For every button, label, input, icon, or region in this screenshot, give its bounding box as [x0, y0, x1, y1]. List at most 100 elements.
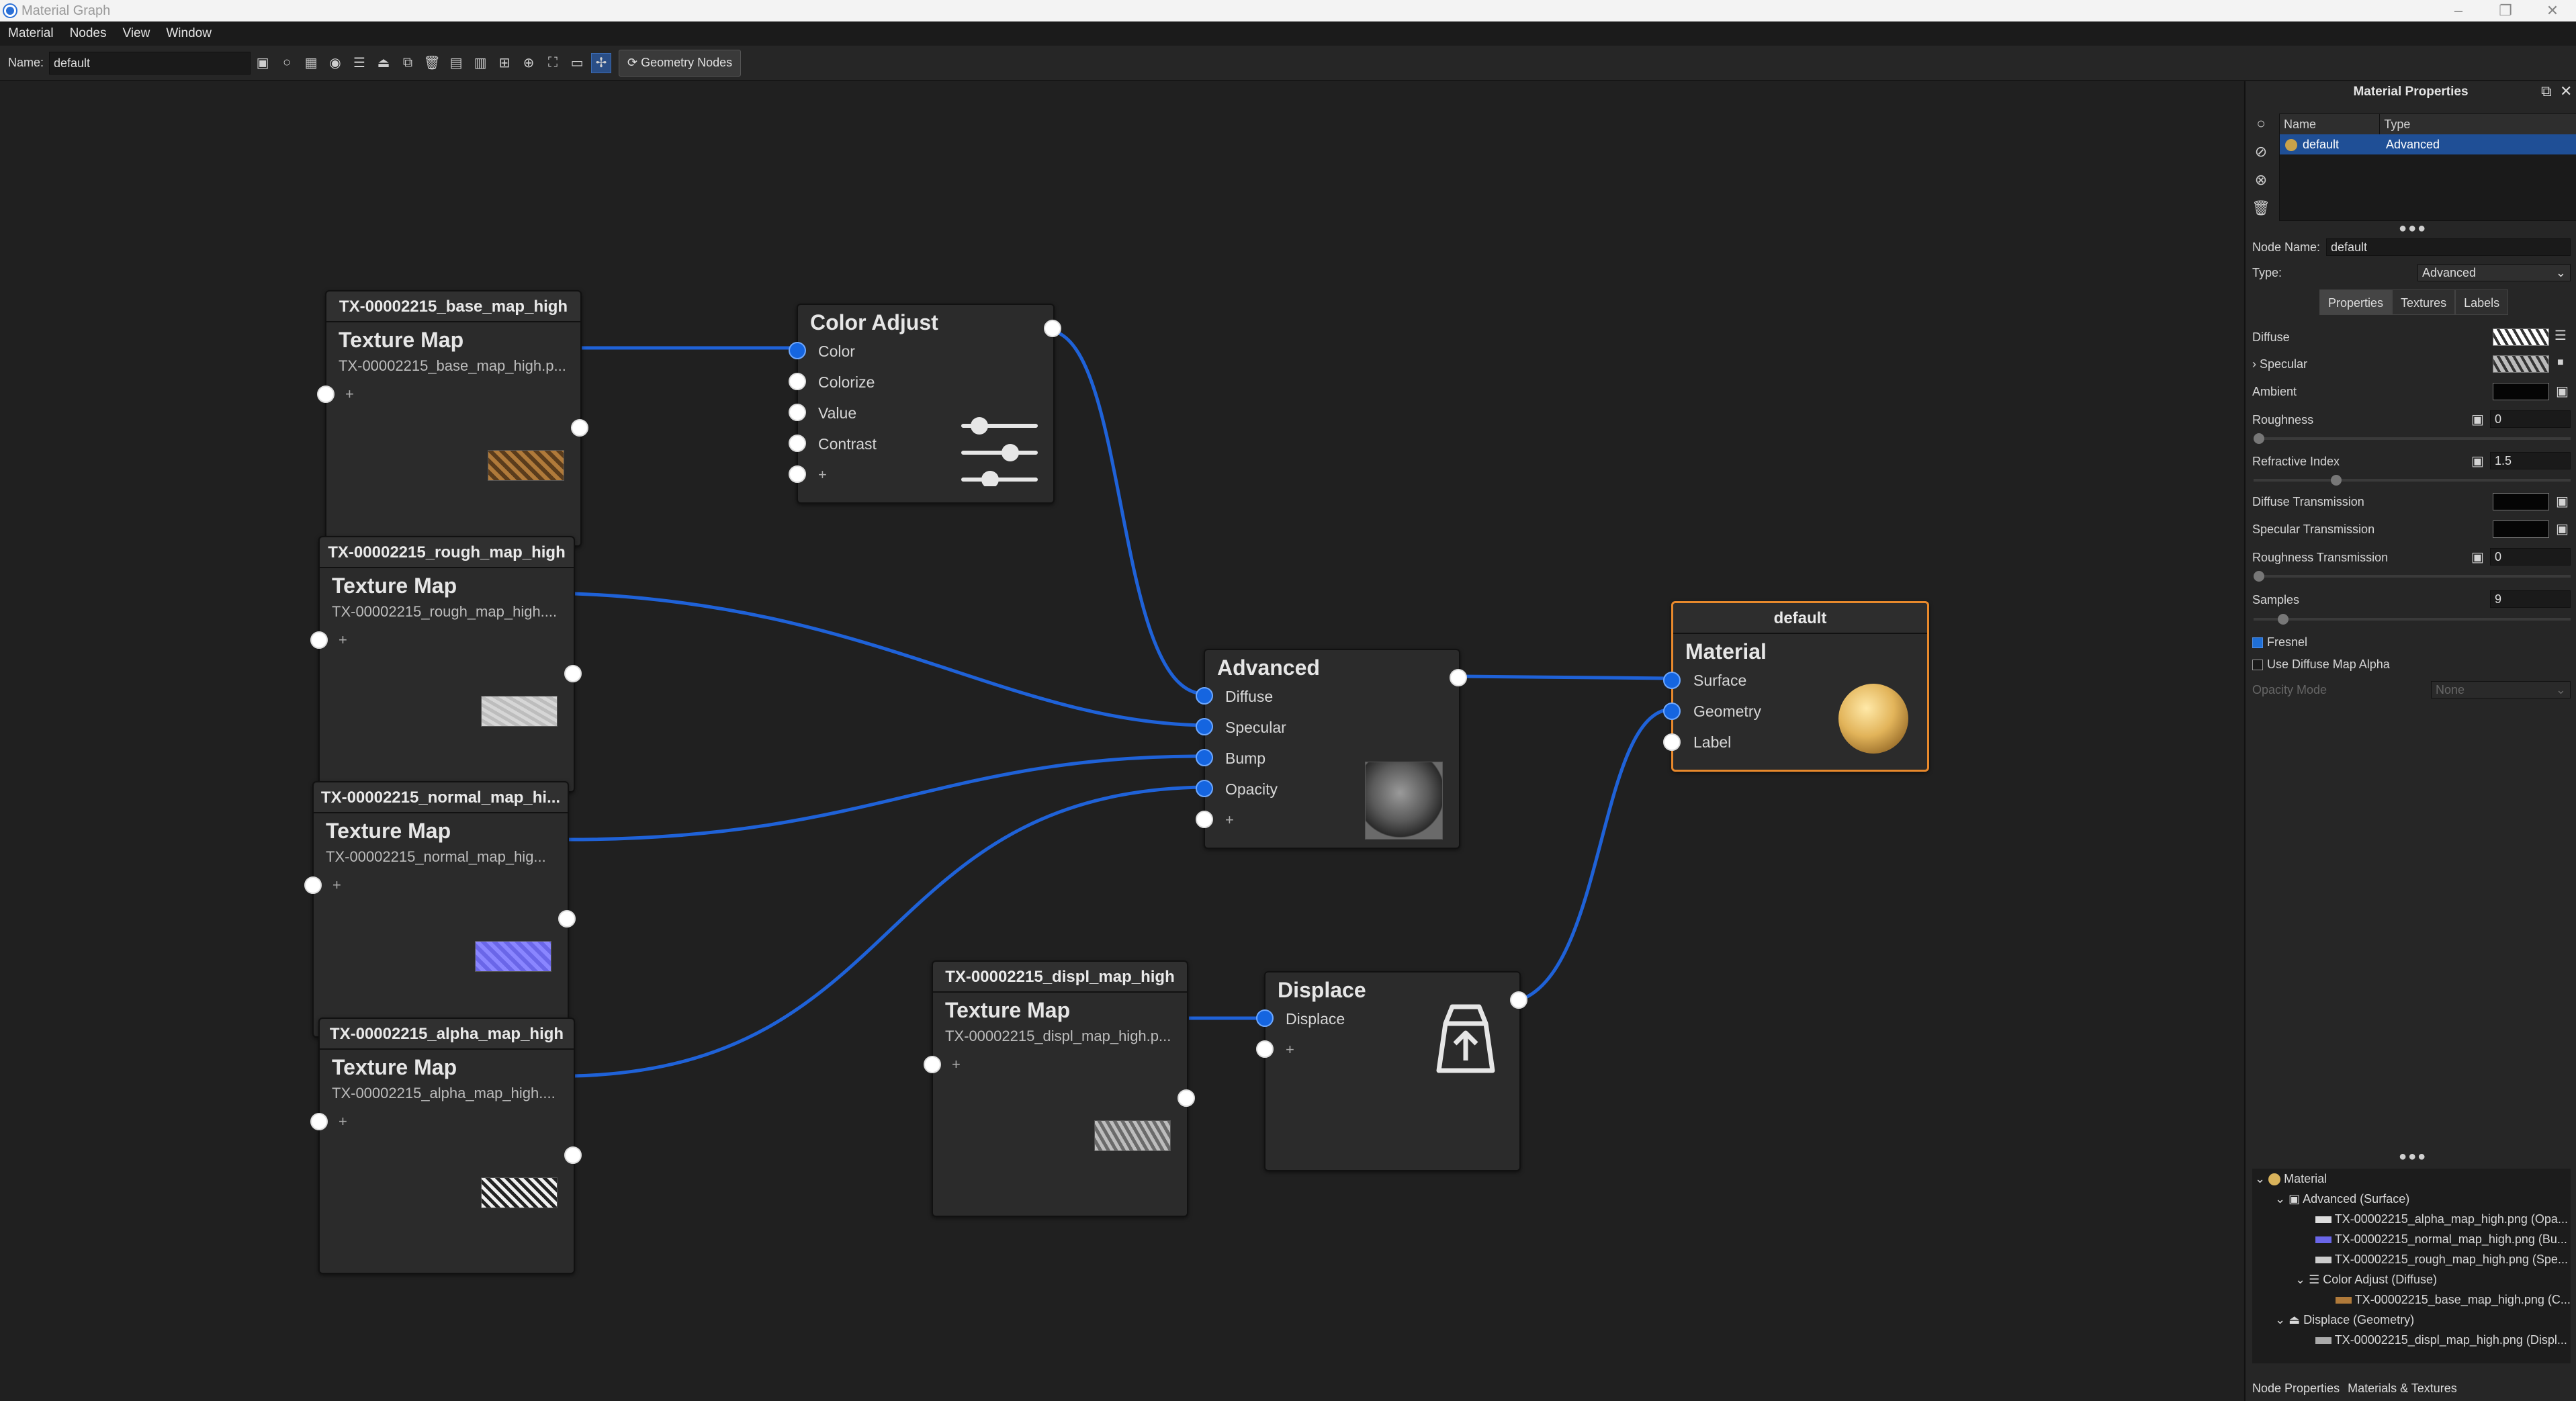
refractive-index-slider[interactable] — [2254, 475, 2571, 486]
output-port[interactable] — [564, 1146, 582, 1164]
diffuse-adjust-icon[interactable]: ☰ — [2555, 327, 2567, 344]
splitter-handle-bottom[interactable]: ●●● — [2399, 1149, 2427, 1165]
roughness-texture-icon[interactable]: ▣ — [2471, 411, 2484, 428]
link-material-icon[interactable]: ⊗ — [2251, 171, 2271, 199]
advanced-node-icon[interactable]: ◉ — [325, 53, 345, 73]
close-icon[interactable]: ✕ — [2529, 0, 2576, 21]
add-port-plus[interactable]: + — [345, 386, 354, 403]
duplicate-material-icon[interactable]: ⊘ — [2251, 143, 2271, 171]
output-port[interactable] — [1510, 991, 1527, 1009]
add-input-port[interactable] — [1196, 811, 1213, 828]
add-input-port[interactable] — [789, 465, 806, 483]
input-port-surface[interactable] — [1663, 672, 1681, 689]
type-select[interactable]: Advanced ⌄ — [2417, 264, 2571, 281]
slider-knob[interactable] — [2331, 475, 2342, 486]
tab-materials-textures[interactable]: Materials & Textures — [2348, 1375, 2465, 1401]
tree-item[interactable]: ⌄ ☰ Color Adjust (Diffuse) — [2252, 1269, 2571, 1290]
use-diffuse-alpha-option[interactable]: Use Diffuse Map Alpha — [2252, 658, 2390, 672]
input-port[interactable] — [317, 386, 335, 403]
input-port-contrast[interactable] — [789, 435, 806, 452]
add-port-plus[interactable]: + — [339, 1113, 347, 1130]
add-port-plus[interactable]: + — [952, 1056, 961, 1073]
fresnel-option[interactable]: Fresnel — [2252, 635, 2307, 649]
splitter-handle[interactable]: ●●● — [2399, 221, 2427, 236]
opacity-mode-select[interactable]: None ⌄ — [2431, 681, 2571, 698]
input-port[interactable] — [304, 876, 322, 894]
input-port[interactable] — [310, 1113, 328, 1130]
add-port-plus[interactable]: + — [332, 876, 341, 894]
add-port-plus[interactable]: + — [1225, 811, 1234, 829]
frame-icon[interactable]: ⛶ — [543, 53, 563, 73]
tab-textures[interactable]: Textures — [2392, 289, 2456, 315]
close-panel-icon[interactable]: ✕ — [2560, 83, 2572, 100]
material-output-node[interactable]: default Material Surface Geometry Label — [1663, 601, 1929, 772]
tree-item[interactable]: ⌄ ▣ Advanced (Surface) — [2252, 1189, 2571, 1209]
input-port-bump[interactable] — [1196, 749, 1213, 766]
input-port-geometry[interactable] — [1663, 703, 1681, 720]
texture-map-node-alpha[interactable]: TX-00002215_alpha_map_high Texture Map T… — [310, 1018, 582, 1274]
input-port-label[interactable] — [1663, 733, 1681, 751]
geometry-nodes-button[interactable]: ⟳ Geometry Nodes — [619, 49, 742, 77]
displace-node[interactable]: Displace Displace + — [1256, 971, 1527, 1171]
texture-map-node-rough[interactable]: TX-00002215_rough_map_high Texture Map T… — [310, 536, 582, 793]
output-port[interactable] — [564, 665, 582, 682]
ungroup-icon[interactable]: ▥ — [470, 53, 490, 73]
tab-properties[interactable]: Properties — [2319, 289, 2393, 315]
delete-material-icon[interactable]: 🗑 — [2251, 199, 2271, 228]
tab-node-properties[interactable]: Node Properties — [2252, 1375, 2348, 1401]
texture-map-node-displ[interactable]: TX-00002215_displ_map_high Texture Map T… — [924, 960, 1195, 1217]
texture-node-icon[interactable]: ▦ — [301, 53, 321, 73]
roughness-input[interactable]: 0 — [2490, 410, 2571, 428]
texture-map-node-base[interactable]: TX-00002215_base_map_high Texture Map TX… — [317, 290, 588, 547]
roughness-transmission-texture-icon[interactable]: ▣ — [2471, 549, 2484, 566]
samples-slider[interactable] — [2254, 614, 2571, 625]
tree-item[interactable]: TX-00002215_rough_map_high.png (Spe... — [2252, 1249, 2571, 1269]
output-port[interactable] — [571, 419, 588, 437]
menu-view[interactable]: View — [115, 26, 159, 41]
input-port-specular[interactable] — [1196, 718, 1213, 735]
specular-transmission-swatch[interactable] — [2493, 521, 2549, 538]
slider-knob[interactable] — [2254, 571, 2264, 582]
fresnel-checkbox[interactable] — [2252, 637, 2263, 649]
tree-item[interactable]: ⌄ Material — [2252, 1169, 2571, 1189]
material-tree[interactable]: ⌄ Material ⌄ ▣ Advanced (Surface) TX-000… — [2252, 1169, 2571, 1363]
input-port-value[interactable] — [789, 404, 806, 421]
menu-nodes[interactable]: Nodes — [62, 26, 115, 41]
new-material-icon[interactable]: ○ — [277, 53, 297, 73]
input-port-displace[interactable] — [1256, 1009, 1274, 1027]
roughness-transmission-input[interactable]: 0 — [2490, 548, 2571, 566]
material-list-row[interactable]: default Advanced — [2280, 134, 2576, 154]
menu-window[interactable]: Window — [158, 26, 220, 41]
samples-input[interactable]: 9 — [2490, 590, 2571, 608]
tree-item[interactable]: TX-00002215_alpha_map_high.png (Opa... — [2252, 1209, 2571, 1229]
input-port[interactable] — [310, 631, 328, 649]
output-port[interactable] — [1178, 1089, 1195, 1107]
diffuse-transmission-swatch[interactable] — [2493, 493, 2549, 510]
float-panel-icon[interactable]: ⧉ — [2541, 83, 2552, 100]
diffuse-swatch[interactable] — [2493, 328, 2549, 346]
restore-icon[interactable]: ❐ — [2482, 0, 2529, 21]
specular-texture-icon[interactable]: ■ — [2557, 357, 2564, 369]
grid-icon[interactable]: ▭ — [567, 53, 587, 73]
save-icon[interactable]: ▣ — [253, 53, 273, 73]
slider-knob[interactable] — [2278, 614, 2289, 625]
layout-icon[interactable]: ⊞ — [494, 53, 515, 73]
slider-knob[interactable] — [2254, 433, 2264, 444]
output-port[interactable] — [558, 910, 576, 928]
center-icon[interactable]: ⊕ — [519, 53, 539, 73]
output-port[interactable] — [1044, 320, 1061, 337]
adjust-node-icon[interactable]: ☰ — [349, 53, 369, 73]
input-port-colorize[interactable] — [789, 373, 806, 390]
material-list[interactable]: Name Type default Advanced — [2279, 114, 2576, 221]
ambient-swatch[interactable] — [2493, 383, 2549, 400]
color-adjust-node[interactable]: Color Adjust Color Colorize Value Contra… — [789, 304, 1061, 504]
delete-icon[interactable]: 🗑 — [422, 53, 442, 73]
add-port-plus[interactable]: + — [1286, 1041, 1294, 1058]
add-port-plus[interactable]: + — [818, 466, 827, 484]
advanced-node[interactable]: Advanced Diffuse Specular Bump Opacity + — [1196, 649, 1467, 849]
input-port-opacity[interactable] — [1196, 780, 1213, 797]
input-port-diffuse[interactable] — [1196, 687, 1213, 705]
texture-map-node-normal[interactable]: TX-00002215_normal_map_hi... Texture Map… — [304, 781, 576, 1038]
tree-item[interactable]: TX-00002215_normal_map_high.png (Bu... — [2252, 1229, 2571, 1249]
specular-swatch[interactable] — [2493, 355, 2549, 373]
